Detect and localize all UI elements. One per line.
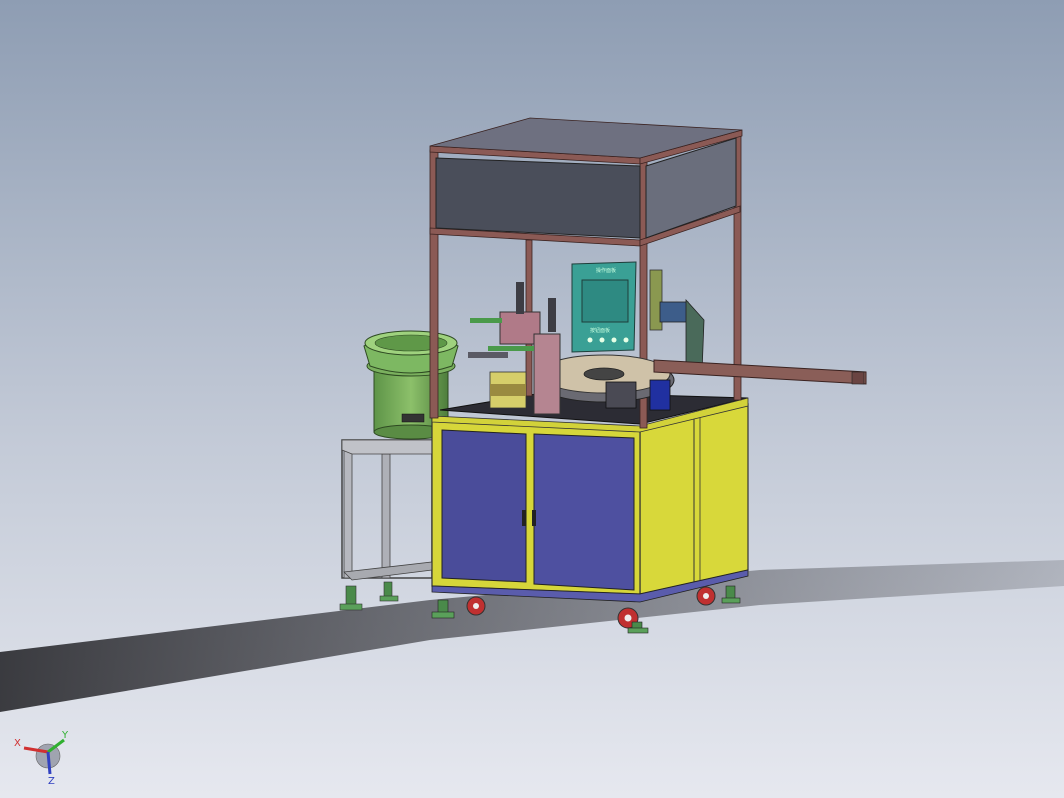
hmi-control-panel[interactable]: 操作面板 按钮面板 <box>571 261 637 353</box>
top-cover-front <box>435 157 641 239</box>
hmi-button-1[interactable] <box>587 337 593 343</box>
cabinet-door-right[interactable] <box>533 433 635 591</box>
z-axis-label: Z <box>48 776 55 787</box>
hmi-button-3[interactable] <box>611 337 617 343</box>
z-axis-arrow <box>46 751 52 775</box>
cad-viewport[interactable]: 操作面板 按钮面板 X Y Z <box>0 0 1064 798</box>
cabinet-door-left[interactable] <box>441 429 527 583</box>
hmi-button-text: 按钮面板 <box>590 327 610 334</box>
x-axis-label: X <box>14 738 21 749</box>
cad-model-scene[interactable]: 操作面板 按钮面板 X Y Z <box>0 0 1064 798</box>
y-axis-label: Y <box>61 730 69 741</box>
hmi-button-2[interactable] <box>599 337 605 343</box>
hmi-header-text: 操作面板 <box>596 267 616 274</box>
machine-cabinet[interactable] <box>431 403 749 603</box>
hmi-button-4[interactable] <box>623 337 629 343</box>
